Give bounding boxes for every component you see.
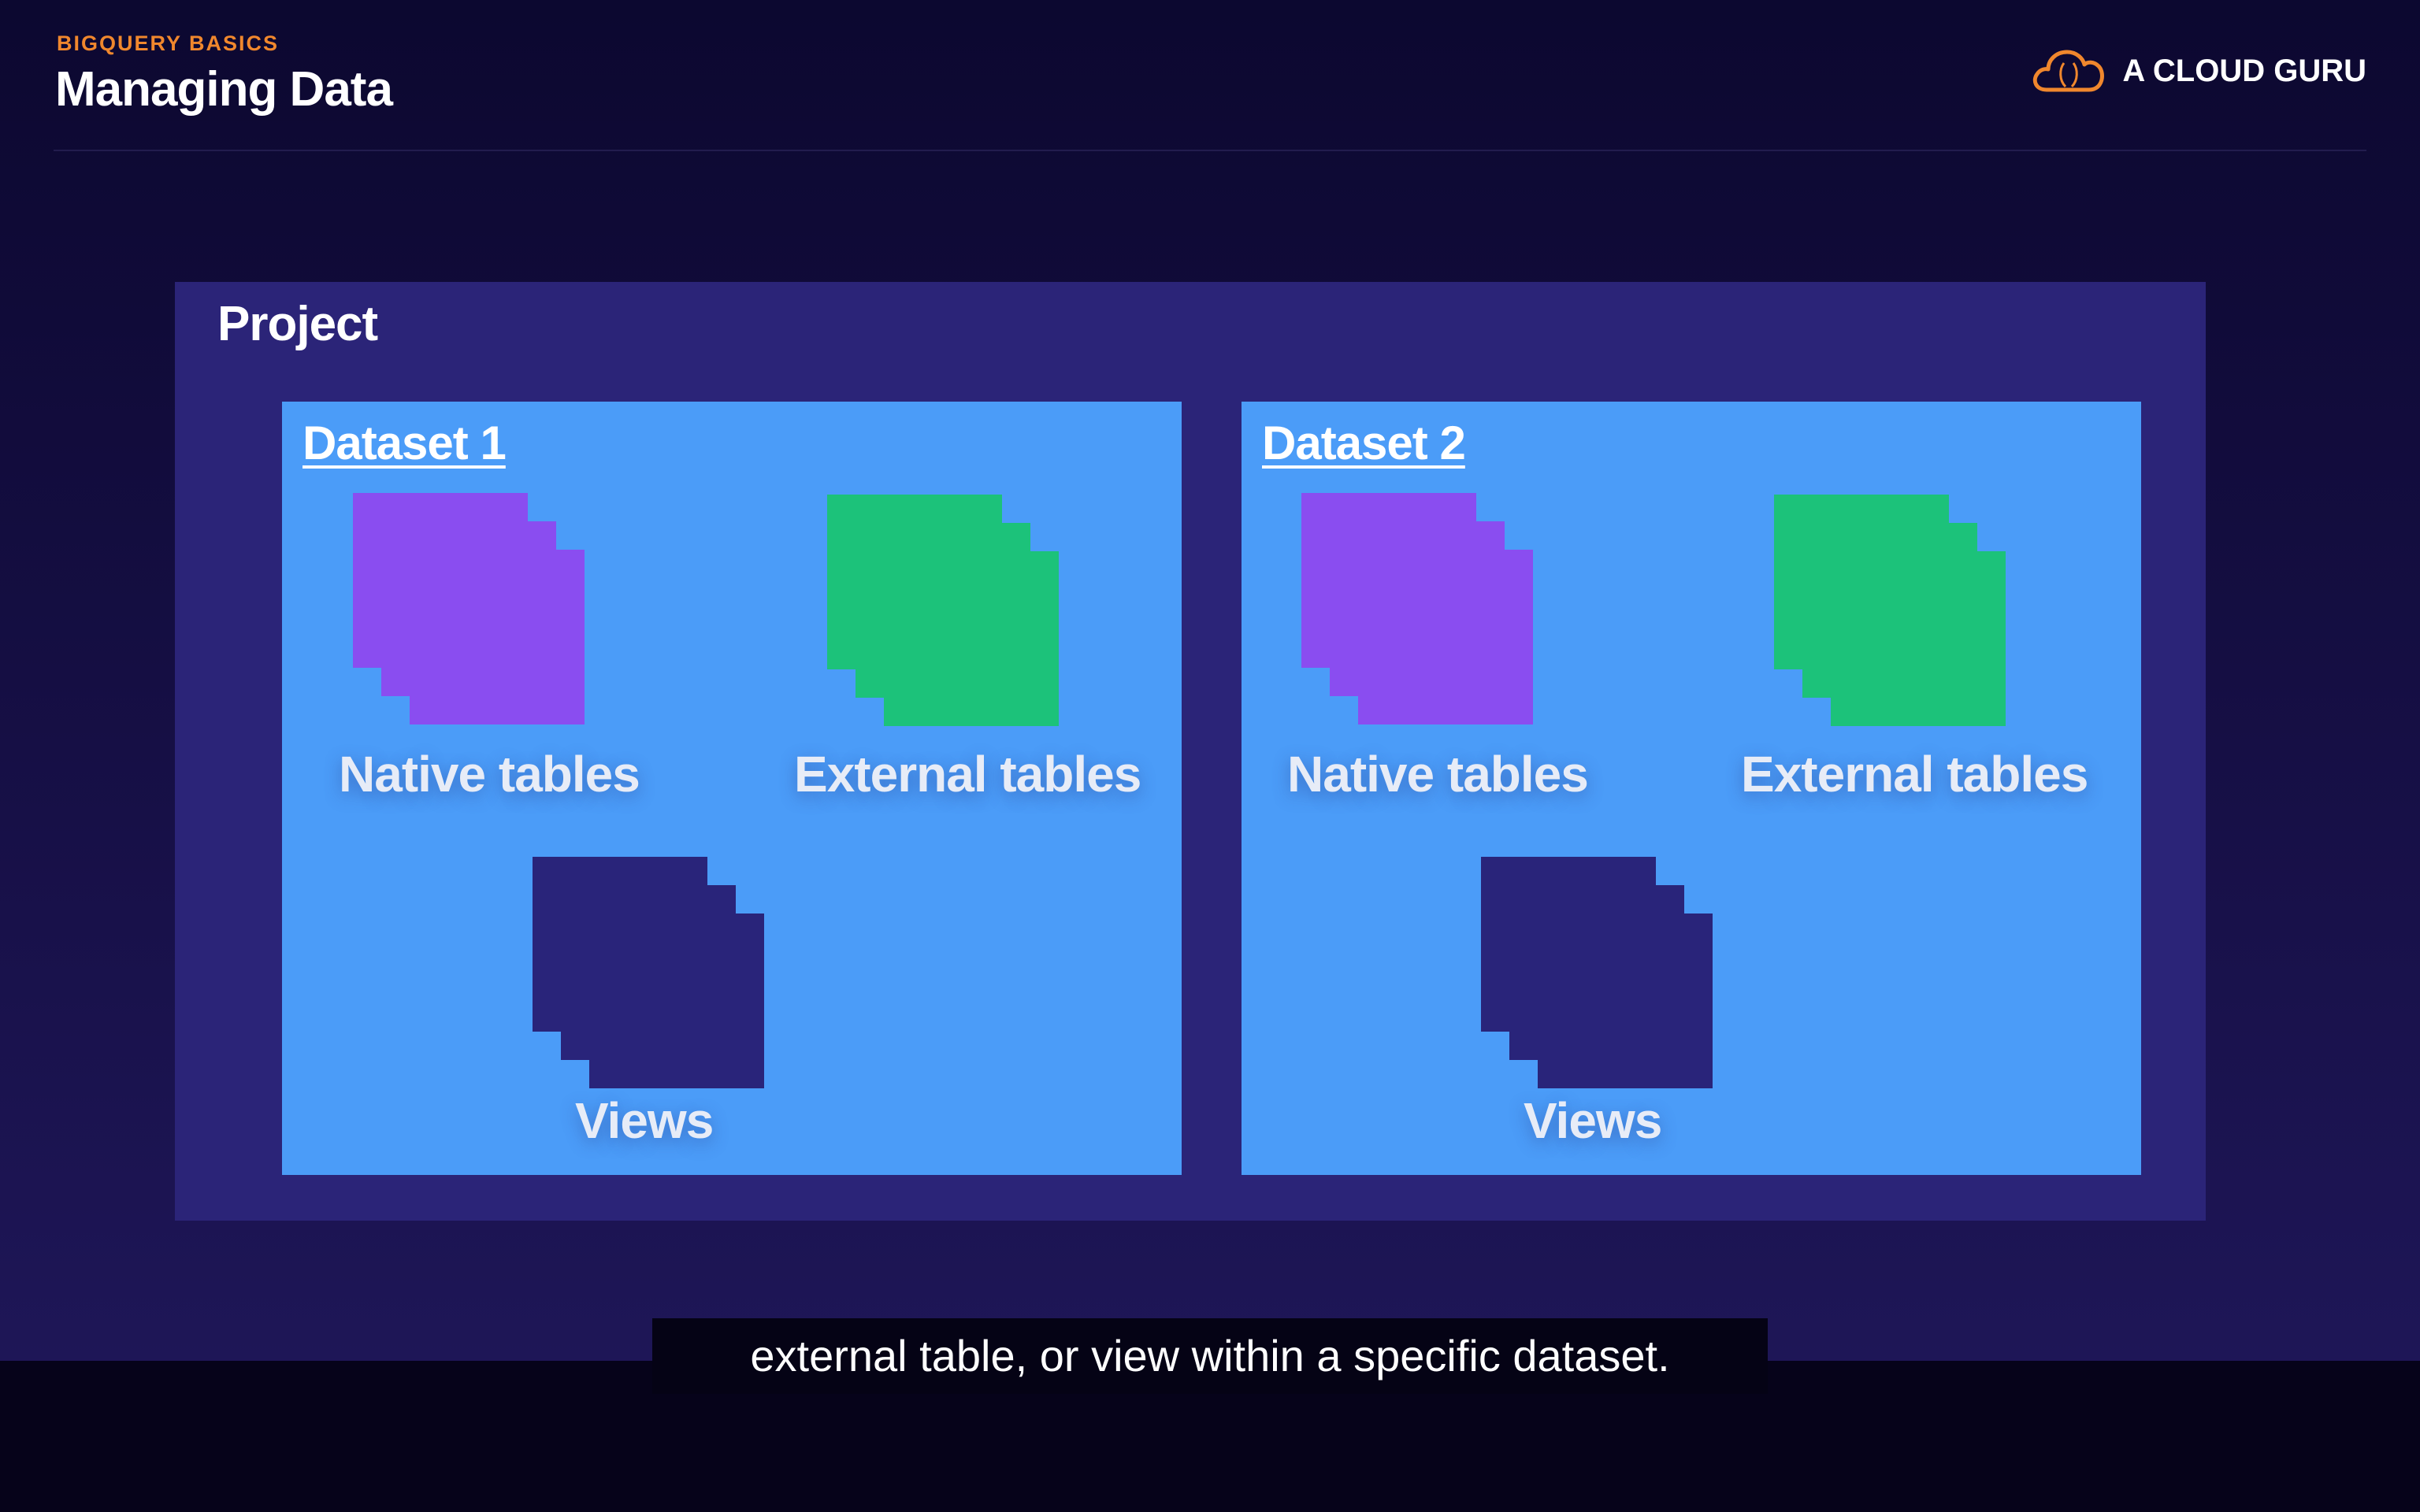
external-tables-label: External tables	[794, 746, 1141, 802]
cloud-icon	[2033, 50, 2105, 92]
dataset-2-box: Dataset 2 Native tables External tables …	[1242, 402, 2141, 1175]
dataset-label: Dataset 1	[302, 417, 507, 469]
views-icon	[1481, 857, 1713, 1088]
native-tables-label: Native tables	[1287, 746, 1589, 802]
external-tables-icon	[827, 495, 1059, 726]
slide-title: Managing Data	[55, 62, 393, 117]
views-label: Views	[1524, 1092, 1662, 1149]
header-divider	[54, 150, 2366, 151]
external-tables-label: External tables	[1741, 746, 2088, 802]
course-eyebrow: BIGQUERY BASICS	[57, 32, 280, 55]
subtitle-caption: external table, or view within a specifi…	[652, 1318, 1768, 1394]
native-tables-icon	[353, 493, 585, 724]
external-tables-icon	[1774, 495, 2006, 726]
views-label: Views	[575, 1092, 714, 1149]
project-label: Project	[217, 297, 378, 351]
views-icon	[533, 857, 764, 1088]
dataset-1-box: Dataset 1 Native tables External tables …	[282, 402, 1182, 1175]
native-tables-label: Native tables	[339, 746, 640, 802]
native-tables-icon	[1301, 493, 1533, 724]
slide: BIGQUERY BASICS Managing Data A CLOUD GU…	[0, 0, 2420, 1361]
brand-name: A CLOUD GURU	[2122, 53, 2366, 88]
dataset-label: Dataset 2	[1262, 417, 1466, 469]
brand-logo: A CLOUD GURU	[2029, 46, 2366, 96]
project-container: Project Dataset 1 Native tables External…	[175, 282, 2206, 1221]
